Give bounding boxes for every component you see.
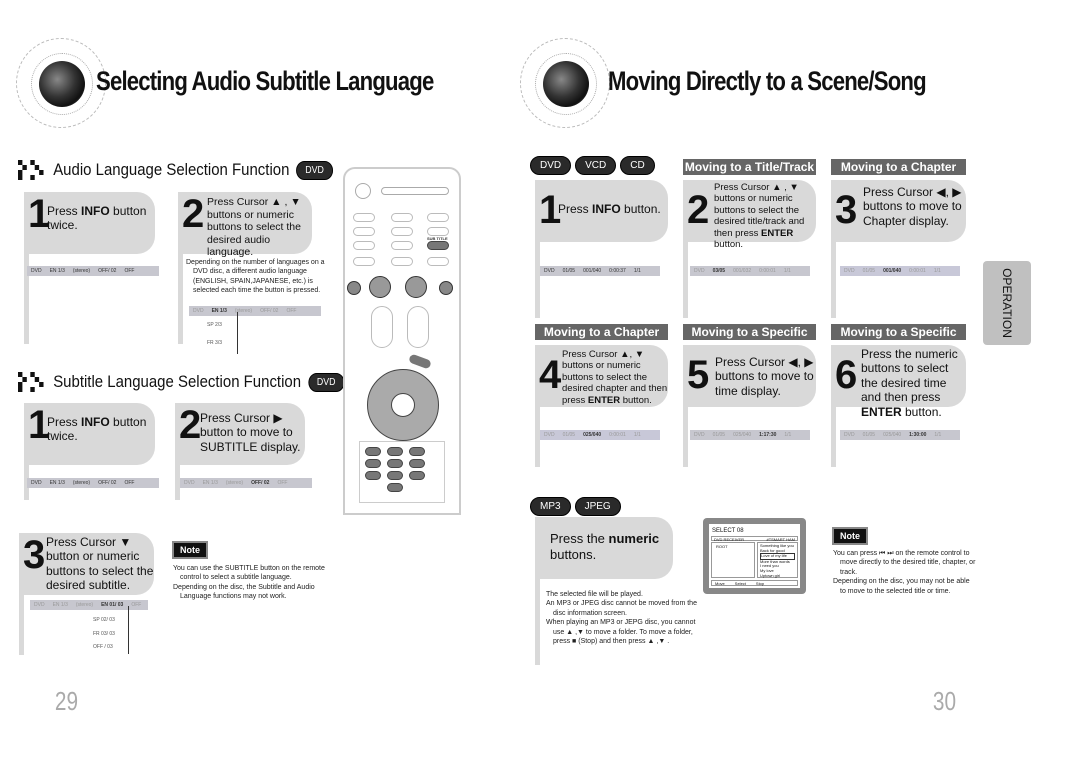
note-list: You can use the SUBTITLE button on the r… xyxy=(173,565,325,601)
osd-bar: DVD EN 1/3 (stereo) OFF/ 02 OFF xyxy=(180,478,312,488)
disc-badge-vcd: VCD xyxy=(575,156,617,175)
step-text: Press INFO button twice. xyxy=(47,415,147,444)
audio-step-2: 2 Press Cursor ▲ , ▼ buttons or numeric … xyxy=(178,192,312,258)
step-stem xyxy=(831,242,836,318)
note-badge: Note xyxy=(832,527,868,545)
mp3-step: Press the numeric buttons. xyxy=(535,517,673,579)
audio-section-heading: Audio Language Selection Function DVD xyxy=(18,158,333,182)
disc-badge-jpeg: JPEG xyxy=(574,497,621,516)
title-bar-chapter-2: Moving to a Chapter xyxy=(535,324,668,340)
remote-control-illustration: SUB TITLE xyxy=(343,167,461,515)
double-arrow-icon xyxy=(18,158,48,182)
osd-bar: DVD 01/05 025/040 0:00:01 1/1 xyxy=(540,430,660,440)
osd-bar: DVD EN 1/3 (stereo) EN 01/ 03 OFF xyxy=(30,600,148,610)
osd-bar: DVD EN 1/3 (stereo) OFF/ 02 OFF xyxy=(27,478,159,488)
page-number-left: 29 xyxy=(54,686,79,716)
disc-badge-dvd: DVD xyxy=(530,156,572,175)
scene-step-1: 1 Press INFO button. xyxy=(535,180,668,242)
operation-tab[interactable]: OPERATION xyxy=(983,261,1031,345)
disc-badges: DVD VCD CD xyxy=(530,156,655,175)
audio-bullets: Depending on the number of languages on … xyxy=(186,259,325,295)
speaker-graphic xyxy=(16,38,106,128)
page-title-right: Moving Directly to a Scene/Song xyxy=(608,66,927,96)
title-bar-title-track: Moving to a Title/Track xyxy=(683,159,816,175)
step-stem xyxy=(535,242,540,318)
osd-bar: DVD 03/05 001/032 0:00:01 1/1 xyxy=(690,266,810,276)
step-stem xyxy=(535,579,540,665)
disc-badge-mp3: MP3 xyxy=(530,497,571,516)
subtitle-step-2: 2 Press Cursor ▶ button to move to SUBTI… xyxy=(175,403,305,465)
note-list: You can press ⏮ ⏭ on the remote control … xyxy=(833,550,976,595)
scene-step-5: 5 Press Cursor ◀, ▶ buttons to move to t… xyxy=(683,345,816,407)
osd-cycle-item: FR 03/ 03 xyxy=(93,631,115,637)
osd-bar: DVD 01/05 025/040 1:30:00 1/1 xyxy=(840,430,960,440)
osd-bar: DVD EN 1/3 (stereo) OFF/ 02 OFF xyxy=(189,306,321,316)
osd-bar: DVD 01/05 001/040 0:00:37 1/1 xyxy=(540,266,660,276)
osd-cycle-item: OFF / 03 xyxy=(93,644,113,650)
double-arrow-icon xyxy=(18,370,48,394)
osd-bar: DVD EN 1/3 (stereo) OFF/ 02 OFF xyxy=(27,266,159,276)
step-stem xyxy=(831,407,836,467)
step-stem xyxy=(19,595,24,655)
disc-badge-dvd: DVD xyxy=(308,372,345,392)
scene-step-4: 4 Press Cursor ▲, ▼ buttons or numeric b… xyxy=(535,345,668,407)
step-stem xyxy=(683,242,688,318)
page-title-left: Selecting Audio Subtitle Language xyxy=(96,66,434,96)
subtitle-button xyxy=(427,241,449,250)
subtitle-step-1: 1 Press INFO button twice. xyxy=(24,403,155,465)
osd-cycle-item: SP 02/ 03 xyxy=(93,617,115,623)
cycle-line xyxy=(128,606,129,654)
audio-step-1: 1 Press INFO button twice. xyxy=(24,192,155,254)
scene-step-6: 6 Press the numeric buttons to select th… xyxy=(831,345,966,419)
speaker-graphic xyxy=(520,38,610,128)
note-badge: Note xyxy=(172,541,208,559)
power-button xyxy=(355,183,371,199)
scene-step-2: 2 Press Cursor ▲ , ▼ buttons or numeric … xyxy=(683,180,816,250)
osd-bar: DVD 01/05 001/040 0:00:01 1/1 xyxy=(840,266,960,276)
cycle-line xyxy=(237,312,238,354)
disc-badge-cd: CD xyxy=(620,156,655,175)
step-stem xyxy=(178,254,183,344)
title-bar-chapter: Moving to a Chapter xyxy=(831,159,966,175)
info-button xyxy=(408,353,432,370)
file-list: Something like you Back for good Love of… xyxy=(757,542,798,578)
mp3-badges: MP3 JPEG xyxy=(530,497,621,516)
page-number-right: 30 xyxy=(932,686,957,716)
osd-bar: DVD 01/05 025/040 1:17:30 1/1 xyxy=(690,430,810,440)
mp3-bullets: The selected file will be played. An MP3… xyxy=(546,591,697,646)
subtitle-section-heading: Subtitle Language Selection Function DVD xyxy=(18,370,345,394)
title-bar-time-1: Moving to a Specific Time xyxy=(683,324,816,355)
osd-cycle-item: SP 2/3 xyxy=(207,322,222,328)
scene-step-3: 3 Press Cursor ◀, ▶ buttons to move to C… xyxy=(831,180,966,242)
subtitle-step-3: 3 Press Cursor ▼ button or numeric butto… xyxy=(19,533,154,595)
disc-badge-dvd: DVD xyxy=(296,160,333,180)
display-window xyxy=(381,187,449,195)
title-bar-time-2: Moving to a Specific Time xyxy=(831,324,966,355)
tv-screen-illustration: SELECT 08 DVD RECEIVER #TSMART HAM ROOT S… xyxy=(703,518,806,594)
step-stem xyxy=(683,407,688,467)
osd-cycle-item: FR 3/3 xyxy=(207,340,223,346)
step-text: Press INFO button twice. xyxy=(47,204,147,233)
